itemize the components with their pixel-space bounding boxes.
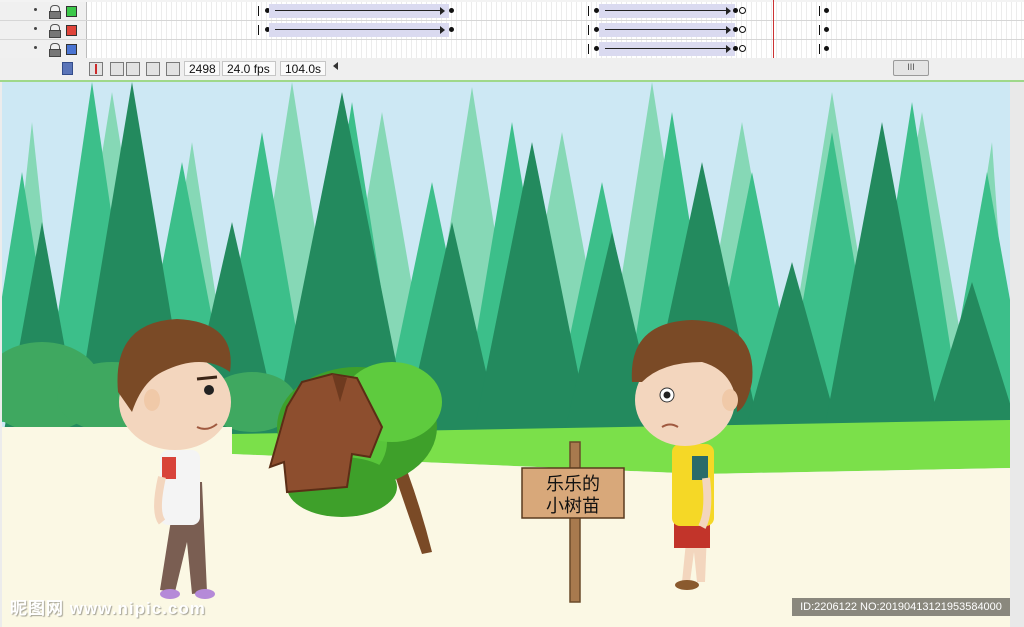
timeline-layer-row[interactable] xyxy=(0,40,1024,59)
stage-canvas[interactable]: 乐乐的 小树苗 xyxy=(2,82,1010,627)
timeline-panel xyxy=(0,0,1024,59)
lock-icon[interactable] xyxy=(49,5,61,19)
frame-rate-readout[interactable]: 24.0 fps xyxy=(222,61,276,76)
keyframe-marker[interactable] xyxy=(824,27,829,32)
layer-color-swatch[interactable] xyxy=(66,44,77,55)
motion-tween[interactable] xyxy=(599,4,735,18)
tween-arrow-icon xyxy=(726,7,731,15)
scene-illustration: 乐乐的 小树苗 xyxy=(2,82,1010,627)
empty-keyframe-marker[interactable] xyxy=(739,45,746,52)
layer-controls xyxy=(0,40,87,58)
playhead[interactable] xyxy=(773,0,774,58)
keyframe-marker[interactable] xyxy=(733,8,738,13)
watermark-id: ID:2206122 NO:20190413121953584000 xyxy=(792,598,1010,616)
frame-bar xyxy=(819,6,820,16)
onion-skin-outline-icon[interactable] xyxy=(126,62,140,76)
onion-skin-icon[interactable] xyxy=(110,62,124,76)
trash-icon[interactable] xyxy=(62,62,73,75)
frame-bar xyxy=(258,25,259,35)
keyframe-marker[interactable] xyxy=(733,27,738,32)
sign-line-1: 乐乐的 xyxy=(546,474,600,494)
empty-keyframe-marker[interactable] xyxy=(739,26,746,33)
frame-bar xyxy=(588,44,589,54)
sign-line-2: 小树苗 xyxy=(546,496,600,516)
modify-onion-markers-icon[interactable] xyxy=(166,62,180,76)
frame-track[interactable] xyxy=(87,40,1024,58)
animation-editor: 2498 24.0 fps 104.0s III 乐乐的 小树苗 昵图网 www… xyxy=(0,0,1024,627)
elapsed-time-readout: 104.0s xyxy=(280,61,326,76)
stage-pasteboard xyxy=(1010,82,1024,627)
motion-tween[interactable] xyxy=(599,23,735,37)
scroll-left-icon[interactable] xyxy=(333,62,338,70)
frame-track[interactable] xyxy=(87,21,1024,39)
keyframe-marker[interactable] xyxy=(824,46,829,51)
visibility-dot-icon[interactable] xyxy=(34,46,37,49)
tween-arrow-icon xyxy=(440,7,445,15)
lock-icon[interactable] xyxy=(49,43,61,57)
horizontal-scroll-thumb[interactable]: III xyxy=(893,60,929,76)
visibility-dot-icon[interactable] xyxy=(34,27,37,30)
tween-arrow-icon xyxy=(726,26,731,34)
timeline-layer-row[interactable] xyxy=(0,21,1024,40)
layer-controls xyxy=(0,21,87,39)
timeline-footer-bar: 2498 24.0 fps 104.0s III xyxy=(0,58,1024,82)
frame-bar xyxy=(819,25,820,35)
edit-multiple-frames-icon[interactable] xyxy=(146,62,160,76)
frame-bar xyxy=(588,25,589,35)
frame-bar xyxy=(819,44,820,54)
tween-arrow-icon xyxy=(726,45,731,53)
frame-track[interactable] xyxy=(87,2,1024,20)
keyframe-marker[interactable] xyxy=(449,27,454,32)
center-frame-icon[interactable] xyxy=(89,62,103,76)
keyframe-marker[interactable] xyxy=(449,8,454,13)
layer-controls xyxy=(0,2,87,20)
keyframe-marker[interactable] xyxy=(733,46,738,51)
timeline-layer-row[interactable] xyxy=(0,2,1024,21)
motion-tween[interactable] xyxy=(269,4,449,18)
watermark-logo: 昵图网 www.nipic.com xyxy=(10,599,206,618)
keyframe-marker[interactable] xyxy=(824,8,829,13)
motion-tween[interactable] xyxy=(599,42,735,56)
layer-color-swatch[interactable] xyxy=(66,25,77,36)
lock-icon[interactable] xyxy=(49,24,61,38)
motion-tween[interactable] xyxy=(269,23,449,37)
frame-bar xyxy=(588,6,589,16)
empty-keyframe-marker[interactable] xyxy=(739,7,746,14)
layer-color-swatch[interactable] xyxy=(66,6,77,17)
current-frame-readout: 2498 xyxy=(184,61,220,76)
visibility-dot-icon[interactable] xyxy=(34,8,37,11)
frame-bar xyxy=(258,6,259,16)
tween-arrow-icon xyxy=(440,26,445,34)
